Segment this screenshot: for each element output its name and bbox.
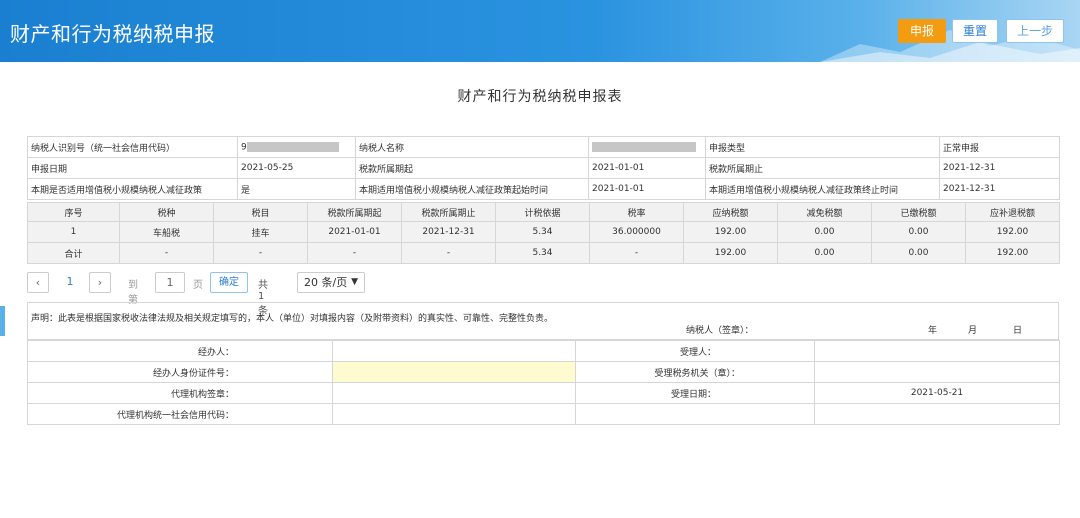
declare-date-value: 2021-05-25 [237, 157, 356, 179]
col-header: 税种 [119, 202, 214, 222]
form-title: 财产和行为税纳税申报表 [457, 89, 623, 105]
tax-detail-table: 序号 税种 税目 税款所属期起 税款所属期止 计税依据 税率 应纳税额 减免税额… [27, 202, 1060, 264]
header-bar: 财产和行为税纳税申报 申报 重置 上一步 [0, 0, 1080, 62]
period-start-value: 2021-01-01 [588, 157, 706, 179]
declare-type-label: 申报类型 [705, 136, 940, 158]
policy-start-value: 2021-01-01 [588, 178, 706, 200]
table-cell: 2021-12-31 [401, 221, 496, 243]
policy-end-value: 2021-12-31 [939, 178, 1060, 200]
table-cell: 5.34 [495, 221, 590, 243]
handler-id-label: 经办人身份证件号： [27, 361, 333, 383]
page-label: 页 [193, 280, 203, 291]
agency-seal-label: 代理机构签章： [27, 382, 333, 404]
col-header: 税率 [589, 202, 684, 222]
table-cell: 车船税 [119, 221, 214, 243]
col-header: 应补退税额 [965, 202, 1060, 222]
table-cell: 192.00 [683, 221, 778, 243]
period-end-label: 税款所属期止 [705, 157, 940, 179]
masked-value [592, 141, 696, 152]
day-label: 日 [1013, 326, 1023, 336]
caret-down-icon: ▼ [351, 277, 358, 287]
side-collapse-handle[interactable] [0, 306, 5, 336]
col-header: 计税依据 [495, 202, 590, 222]
table-cell: - [401, 242, 496, 264]
small-scale-value: 是 [237, 178, 356, 200]
previous-step-button[interactable]: 上一步 [1006, 19, 1064, 43]
taxpayer-name-label: 纳税人名称 [355, 136, 589, 158]
table-cell: 192.00 [965, 242, 1060, 264]
table-cell: - [307, 242, 402, 264]
handler-field[interactable] [332, 340, 576, 362]
agency-seal-field[interactable] [332, 382, 576, 404]
small-scale-label: 本期是否适用增值税小规模纳税人减征政策 [27, 178, 238, 200]
table-cell: 0.00 [871, 242, 966, 264]
page-size-value: 20 条/页 [304, 276, 348, 289]
col-header: 减免税额 [777, 202, 872, 222]
declare-type-value: 正常申报 [939, 136, 1060, 158]
confirm-page-button[interactable]: 确定 [210, 272, 248, 293]
taxpayer-id-label: 纳税人识别号（统一社会信用代码） [27, 136, 238, 158]
period-end-value: 2021-12-31 [939, 157, 1060, 179]
empty-cell [814, 403, 1060, 425]
col-header: 税款所属期止 [401, 202, 496, 222]
period-start-label: 税款所属期起 [355, 157, 589, 179]
declaration-text: 声明：此表是根据国家税收法律法规及相关规定填写的，本人（单位）对填报内容（及附带… [31, 314, 554, 324]
table-cell: 2021-01-01 [307, 221, 402, 243]
taxpayer-id-value: 9 [237, 136, 356, 158]
table-cell: - [119, 242, 214, 264]
agency-code-label: 代理机构统一社会信用代码： [27, 403, 333, 425]
policy-start-label: 本期适用增值税小规模纳税人减征政策起始时间 [355, 178, 589, 200]
taxpayer-sign-label: 纳税人（签章）： [686, 326, 754, 336]
table-cell: 0.00 [777, 221, 872, 243]
col-header: 税款所属期起 [307, 202, 402, 222]
receiver-org-label: 受理税务机关（章）： [575, 361, 815, 383]
year-label: 年 [928, 326, 938, 336]
goto-page-input[interactable]: 1 [155, 272, 185, 293]
table-cell: 挂车 [213, 221, 308, 243]
declare-date-label: 申报日期 [27, 157, 238, 179]
handler-id-input[interactable] [332, 361, 576, 383]
table-cell: - [213, 242, 308, 264]
empty-cell [575, 403, 815, 425]
taxpayer-name-value [588, 136, 706, 158]
declaration-box: 声明：此表是根据国家税收法律法规及相关规定填写的，本人（单位）对填报内容（及附带… [27, 302, 1059, 340]
reset-button[interactable]: 重置 [952, 19, 998, 43]
receiver-field [814, 340, 1060, 362]
taxpayer-info-table: 纳税人识别号（统一社会信用代码） 9 纳税人名称 申报类型 正常申报 申报日期 … [27, 136, 1060, 200]
current-page-number[interactable]: 1 [64, 272, 76, 293]
masked-value [246, 141, 339, 152]
table-cell: 192.00 [683, 242, 778, 264]
col-header: 应纳税额 [683, 202, 778, 222]
next-page-button[interactable]: › [89, 272, 111, 293]
table-cell: 0.00 [777, 242, 872, 264]
table-cell: 0.00 [871, 221, 966, 243]
table-cell: 5.34 [495, 242, 590, 264]
table-total-row: 合计 - - - - 5.34 - 192.00 0.00 0.00 192.0… [27, 242, 1060, 264]
submit-button[interactable]: 申报 [898, 19, 946, 43]
col-header: 税目 [213, 202, 308, 222]
month-label: 月 [968, 326, 978, 336]
accept-date-label: 受理日期： [575, 382, 815, 404]
table-row[interactable]: 1 车船税 挂车 2021-01-01 2021-12-31 5.34 36.0… [27, 221, 1060, 243]
app-title: 财产和行为税纳税申报 [10, 22, 215, 46]
receiver-org-field [814, 361, 1060, 383]
table-cell: 192.00 [965, 221, 1060, 243]
signature-table: 经办人： 受理人： 经办人身份证件号： 受理税务机关（章）： 代理机构签章： 受… [27, 340, 1060, 425]
receiver-label: 受理人： [575, 340, 815, 362]
accept-date-value: 2021-05-21 [814, 382, 1060, 404]
prev-page-button[interactable]: ‹ [27, 272, 49, 293]
handler-label: 经办人： [27, 340, 333, 362]
page-size-select[interactable]: 20 条/页 ▼ [297, 272, 365, 293]
table-cell: - [589, 242, 684, 264]
policy-end-label: 本期适用增值税小规模纳税人减征政策终止时间 [705, 178, 940, 200]
agency-code-field[interactable] [332, 403, 576, 425]
table-cell: 1 [27, 221, 120, 243]
table-cell: 36.000000 [589, 221, 684, 243]
table-cell: 合计 [27, 242, 120, 264]
col-header: 已缴税额 [871, 202, 966, 222]
col-header: 序号 [27, 202, 120, 222]
